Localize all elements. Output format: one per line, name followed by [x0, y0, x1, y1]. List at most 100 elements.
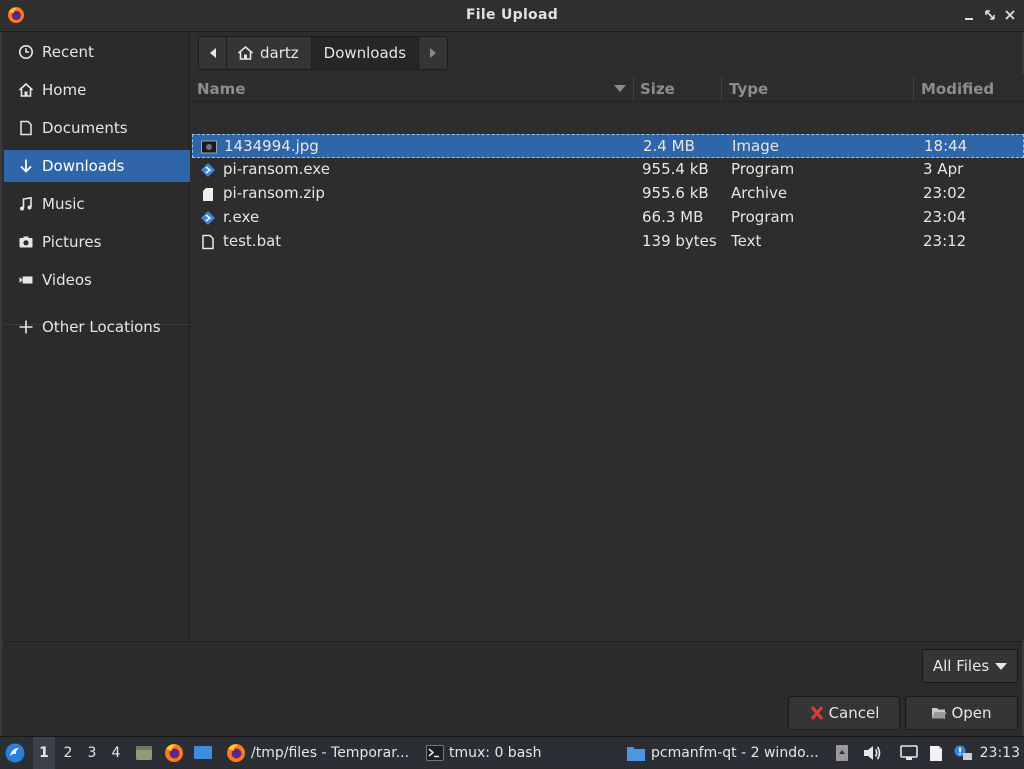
open-button[interactable]: Open [905, 696, 1018, 730]
column-header-size[interactable]: Size [640, 80, 675, 98]
path-back-button[interactable] [199, 37, 227, 69]
notification-icon [954, 745, 972, 760]
table-row[interactable]: 1434994.jpg 2.4 MB Image 18:44 [192, 134, 1024, 158]
caret-down-icon [995, 662, 1008, 670]
dialog-footer: All Files Cancel Open [4, 641, 1022, 736]
file-modified: 23:04 [923, 208, 967, 226]
column-header-name[interactable]: Name [197, 80, 245, 98]
volume-icon [864, 746, 881, 760]
storage-icon [836, 745, 848, 761]
chevron-left-icon [209, 48, 216, 58]
file-modified: 23:12 [923, 232, 967, 250]
path-segment-home[interactable]: dartz [227, 37, 312, 69]
table-row[interactable]: r.exe 66.3 MB Program 23:04 [192, 206, 1024, 230]
archive-file-icon [200, 186, 216, 202]
firefox-icon [226, 743, 246, 763]
sidebar-item-other-locations[interactable]: Other Locations [4, 311, 190, 343]
cancel-label: Cancel [828, 704, 880, 722]
sidebar-item-recent[interactable]: Recent [4, 36, 190, 68]
tray-network[interactable] [899, 737, 919, 769]
minimize-button[interactable] [963, 9, 975, 21]
table-row[interactable]: pi-ransom.exe 955.4 kB Program 3 Apr [192, 158, 1024, 182]
places-sidebar: Recent Home Documents Downloads Music Pi… [4, 32, 190, 640]
download-arrow-icon [17, 157, 35, 175]
sidebar-item-music[interactable]: Music [4, 188, 190, 220]
sidebar-item-label: Videos [42, 271, 92, 289]
task-firefox[interactable]: /tmp/files - Temporar... [222, 737, 409, 769]
sidebar-item-label: Home [42, 81, 87, 99]
workspace-2[interactable]: 2 [57, 737, 79, 769]
task-label: tmux: 0 bash [449, 745, 542, 761]
tray-notifications[interactable] [953, 737, 973, 769]
executable-file-icon [200, 210, 216, 226]
file-type: Image [732, 137, 779, 155]
path-segment-downloads[interactable]: Downloads [311, 37, 420, 69]
sidebar-item-label: Pictures [42, 233, 102, 251]
document-icon [17, 119, 35, 137]
maximize-button[interactable] [984, 9, 996, 21]
path-segment-label: Downloads [323, 44, 407, 62]
sidebar-item-label: Other Locations [42, 318, 161, 336]
column-header-modified[interactable]: Modified [921, 80, 994, 98]
sidebar-item-documents[interactable]: Documents [4, 112, 190, 144]
file-name: pi-ransom.exe [223, 160, 330, 178]
image-file-icon [201, 139, 217, 155]
sidebar-item-videos[interactable]: Videos [4, 264, 190, 296]
file-modified: 18:44 [924, 137, 968, 155]
window-title: File Upload [465, 7, 559, 23]
column-divider[interactable] [721, 78, 722, 100]
file-type-filter-dropdown[interactable]: All Files [922, 649, 1018, 683]
sidebar-item-pictures[interactable]: Pictures [4, 226, 190, 258]
task-terminal[interactable]: tmux: 0 bash [422, 737, 541, 769]
network-icon [900, 745, 918, 760]
music-note-icon [17, 195, 35, 213]
sidebar-item-label: Documents [42, 119, 128, 137]
quicklaunch-file-manager[interactable] [134, 737, 154, 769]
column-divider[interactable] [913, 78, 914, 100]
cancel-x-icon [809, 705, 825, 721]
terminal-icon [426, 745, 444, 761]
filter-label: All Files [932, 657, 990, 675]
folder-open-icon [931, 706, 947, 720]
file-type: Program [731, 208, 795, 226]
tray-volume[interactable] [862, 737, 882, 769]
tray-battery[interactable] [834, 737, 850, 769]
quicklaunch-firefox[interactable] [164, 737, 184, 769]
taskbar-clock[interactable]: 23:13 [980, 737, 1020, 769]
column-divider[interactable] [633, 78, 634, 100]
quicklaunch-desktop[interactable] [193, 737, 213, 769]
workspace-4[interactable]: 4 [105, 737, 127, 769]
path-forward-button[interactable] [419, 37, 447, 69]
sidebar-item-downloads[interactable]: Downloads [4, 150, 190, 182]
video-camera-icon [17, 271, 35, 289]
chevron-right-icon [430, 48, 437, 58]
file-size: 955.4 kB [642, 160, 709, 178]
task-label: pcmanfm-qt - 2 windo... [651, 745, 819, 761]
app-menu-button[interactable] [4, 737, 26, 769]
show-desktop-icon [194, 746, 212, 759]
column-header-type[interactable]: Type [729, 80, 768, 98]
file-type: Program [731, 160, 795, 178]
table-row[interactable]: test.bat 139 bytes Text 23:12 [192, 230, 1024, 254]
sidebar-item-home[interactable]: Home [4, 74, 190, 106]
taskbar: 1 2 3 4 /tmp/files - Temporar... tmux: 0… [0, 736, 1024, 769]
sidebar-item-label: Music [42, 195, 85, 213]
file-list: Name Size Type Modified 1434994.jpg 2.4 … [192, 74, 1024, 640]
firefox-icon [165, 744, 183, 762]
file-name: 1434994.jpg [224, 137, 319, 155]
file-name: pi-ransom.zip [223, 184, 325, 202]
sidebar-item-label: Downloads [42, 157, 125, 175]
table-row[interactable]: pi-ransom.zip 955.6 kB Archive 23:02 [192, 182, 1024, 206]
executable-file-icon [200, 162, 216, 178]
open-label: Open [951, 704, 992, 722]
cancel-button[interactable]: Cancel [788, 696, 900, 730]
close-button[interactable] [1004, 9, 1016, 21]
file-manager-icon [136, 746, 152, 760]
tray-clipboard[interactable] [927, 737, 945, 769]
file-name: test.bat [223, 232, 282, 250]
workspace-1[interactable]: 1 [33, 737, 55, 769]
workspace-3[interactable]: 3 [81, 737, 103, 769]
task-pcmanfm[interactable]: pcmanfm-qt - 2 windo... [622, 737, 819, 769]
file-upload-dialog: Recent Home Documents Downloads Music Pi… [0, 32, 1024, 736]
file-type: Archive [731, 184, 788, 202]
